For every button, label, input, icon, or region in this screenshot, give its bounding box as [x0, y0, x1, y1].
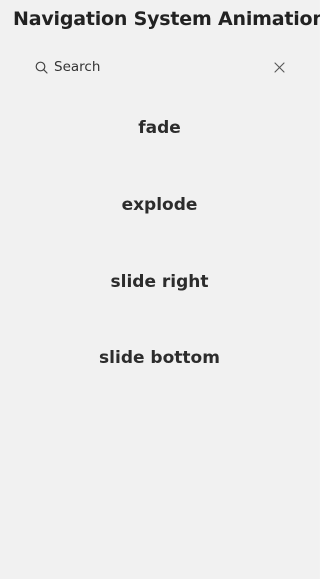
list-item-fade[interactable]: fade	[0, 116, 319, 140]
search-icon	[34, 60, 48, 74]
page-title: Navigation System Animation	[13, 8, 320, 30]
list-item-explode[interactable]: explode	[0, 193, 319, 217]
close-icon[interactable]	[272, 60, 286, 74]
app-screen: Navigation System Animation Search fade …	[0, 0, 320, 579]
list-item-slide-bottom[interactable]: slide bottom	[0, 346, 319, 370]
search-input[interactable]: Search	[54, 52, 272, 82]
search-bar[interactable]: Search	[24, 52, 294, 82]
list-item-slide-right[interactable]: slide right	[0, 270, 319, 294]
